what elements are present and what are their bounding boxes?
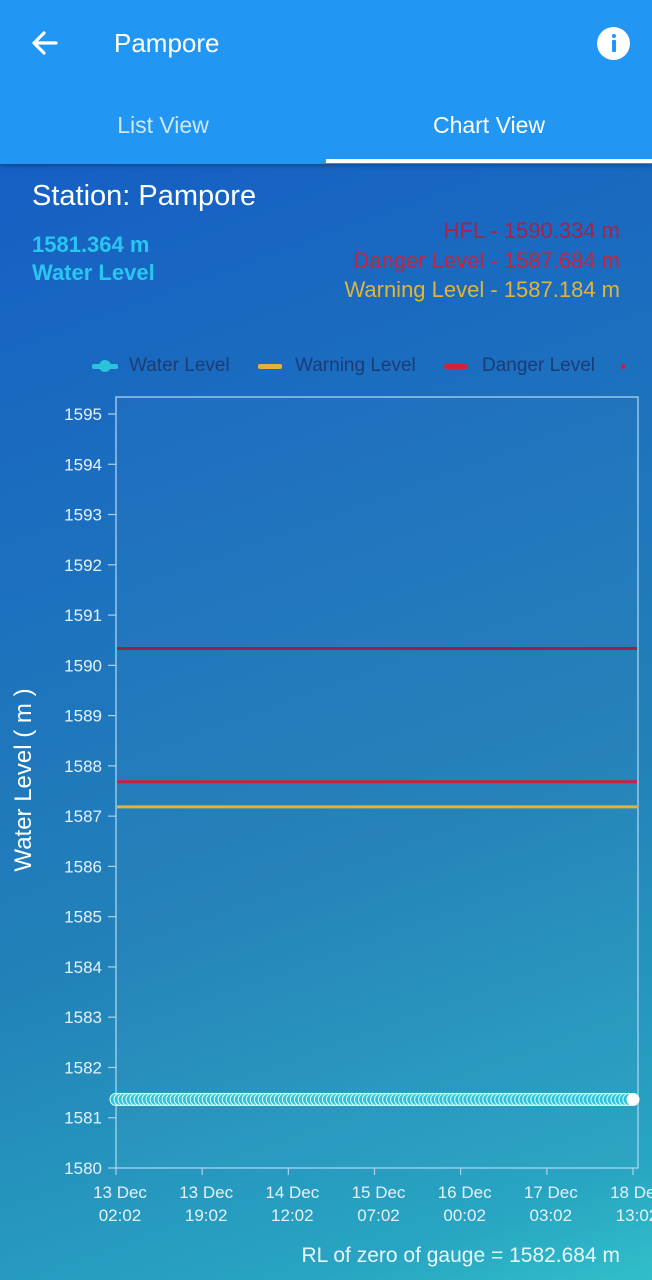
rl-zero-gauge-text: RL of zero of gauge = 1582.684 m <box>301 1244 620 1267</box>
y-tick-label: 1595 <box>64 405 102 424</box>
y-tick-label: 1589 <box>64 707 102 726</box>
x-tick-label-time: 02:02 <box>99 1206 142 1225</box>
y-tick-label: 1584 <box>64 958 102 977</box>
y-axis-label: Water Level ( m ) <box>10 688 37 872</box>
y-tick-label: 1585 <box>64 908 102 927</box>
y-tick-label: 1593 <box>64 506 102 525</box>
y-tick-label: 1586 <box>64 857 102 876</box>
y-tick-label: 1587 <box>64 807 102 826</box>
x-tick-label-date: 18 Dec <box>610 1183 652 1202</box>
x-tick-label-time: 07:02 <box>357 1206 400 1225</box>
y-tick-label: 1582 <box>64 1058 102 1077</box>
x-tick-label-date: 13 Dec <box>93 1183 147 1202</box>
x-tick-label-date: 13 Dec <box>179 1183 233 1202</box>
x-tick-label-time: 03:02 <box>530 1206 573 1225</box>
y-tick-label: 1580 <box>64 1159 102 1178</box>
y-axis-label-wrap: Water Level ( m ) <box>4 660 44 900</box>
water-level-chart: 1580 1581 1582 1583 1584 1585 1586 1587 1588 1589… <box>64 396 652 1225</box>
y-tick-label: 1583 <box>64 1008 102 1027</box>
x-tick-label-time: 13:02 <box>616 1206 652 1225</box>
y-tick-label: 1590 <box>64 656 102 675</box>
x-tick-label-time: 12:02 <box>271 1206 314 1225</box>
x-tick-label-date: 15 Dec <box>352 1183 406 1202</box>
y-tick-label: 1591 <box>64 606 102 625</box>
y-tick-label: 1581 <box>64 1109 102 1128</box>
y-tick-label: 1594 <box>64 455 102 474</box>
y-tick-label: 1592 <box>64 556 102 575</box>
x-tick-label-time: 00:02 <box>443 1206 486 1225</box>
x-tick-label-date: 17 Dec <box>524 1183 578 1202</box>
x-tick-label-time: 19:02 <box>185 1206 228 1225</box>
water-level-point <box>626 1092 640 1106</box>
x-tick-label-date: 14 Dec <box>265 1183 319 1202</box>
x-tick-label-date: 16 Dec <box>438 1183 492 1202</box>
y-tick-label: 1588 <box>64 757 102 776</box>
